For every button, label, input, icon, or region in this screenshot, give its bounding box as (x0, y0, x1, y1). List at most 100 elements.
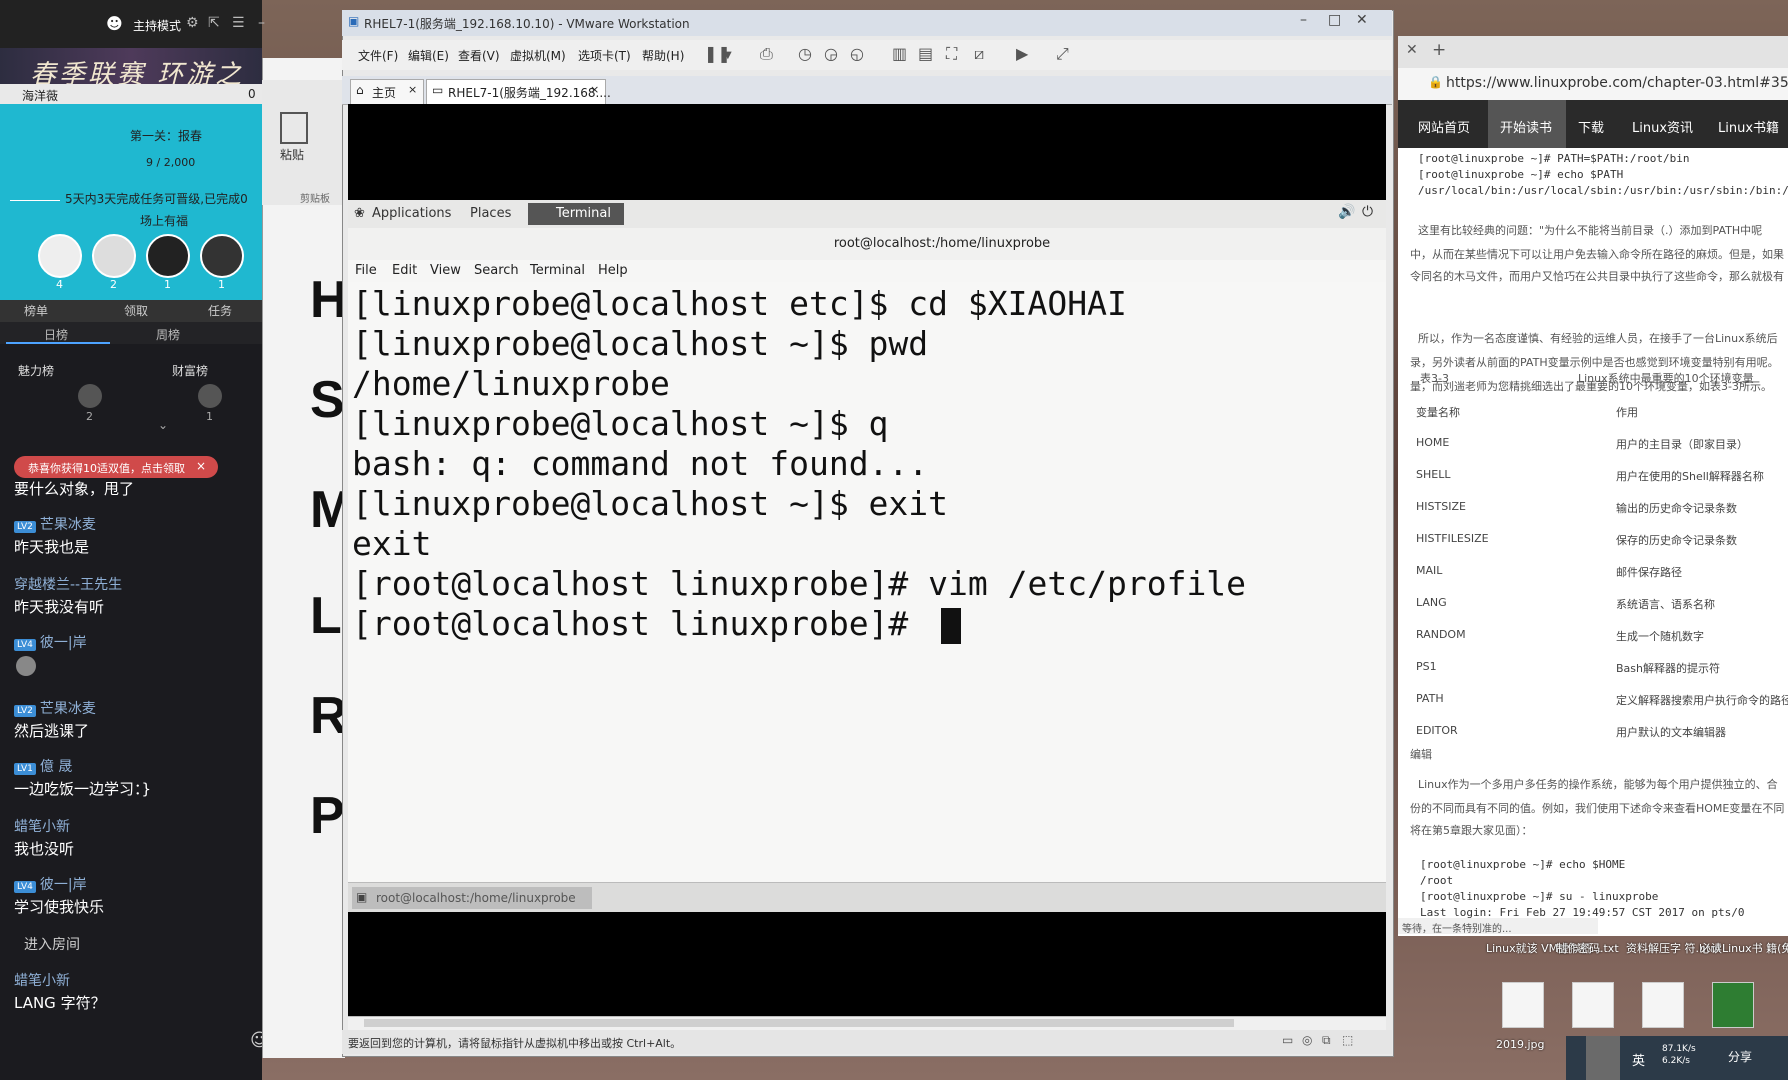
applications-menu[interactable]: Applications (372, 206, 451, 221)
menu-vm[interactable]: 虚拟机(M) (510, 47, 566, 64)
stretch-icon[interactable]: ⤢ (1056, 44, 1069, 64)
article-text: 中，从而在某些情况下可以让用户免去输入命令所在路径的麻烦。但是，如果 (1410, 248, 1784, 261)
wealth-rank-label: 财富榜 (172, 364, 209, 378)
chat-user[interactable]: LV2 芒果冰麦 (14, 514, 96, 534)
snapshot-manager-icon[interactable]: ◵ (850, 44, 864, 63)
scrollbar-thumb[interactable] (364, 1019, 1234, 1027)
thumbnail-icon[interactable]: ▤ (918, 44, 933, 63)
revert-snapshot-icon[interactable]: ◶ (824, 44, 838, 63)
env-var-name: RANDOM (1416, 628, 1466, 641)
close-icon[interactable]: × (196, 459, 206, 473)
chat-user[interactable]: LV4 彼一|岸 (14, 874, 87, 894)
minimize-icon[interactable]: – (1300, 12, 1307, 28)
env-var-name: MAIL (1416, 564, 1443, 577)
chat-message: LANG 字符？ (14, 994, 106, 1012)
chat-message: 我也没听 (14, 840, 75, 858)
menu-view[interactable]: 查看(V) (458, 47, 500, 64)
menu-file[interactable]: 文件(F) (358, 47, 398, 64)
gnome-foot-icon: ❀ (354, 206, 365, 221)
network-icon[interactable]: ⧉ (1322, 1033, 1331, 1048)
terminal-menu-search[interactable]: Search (474, 263, 519, 278)
menu-tabs[interactable]: 选项卡(T) (578, 47, 631, 64)
chat-user[interactable]: 穿越楼兰--王先生 (14, 574, 122, 594)
terminal-menu-help[interactable]: Help (598, 263, 628, 278)
article-text: 所以，作为一名态度谨慎、有经验的运维人员，在接手了一台Linux系统后 (1418, 332, 1778, 345)
url-text[interactable]: https://www.linuxprobe.com/chapter-03.ht… (1446, 75, 1788, 91)
menu-help[interactable]: 帮助(H) (642, 47, 684, 64)
paste-label[interactable]: 粘贴 (280, 146, 304, 163)
chat-user[interactable]: 蜡笔小新 (14, 816, 70, 836)
sidebar-icon[interactable]: ▥ (892, 44, 907, 63)
document-icon[interactable] (1572, 982, 1614, 1028)
volume-icon[interactable]: 🔊 (1338, 204, 1355, 220)
share-label[interactable]: 分享 (1728, 1048, 1752, 1065)
nav-download[interactable]: 下载 (1578, 117, 1604, 136)
new-tab-icon[interactable]: + (1432, 40, 1446, 60)
chevron-down-icon[interactable]: ⌄ (158, 418, 168, 432)
terminal-menu-file[interactable]: File (355, 263, 377, 278)
nav-start-reading[interactable]: 开始读书 (1500, 117, 1552, 136)
unity-icon[interactable]: ⧄ (974, 44, 984, 64)
chat-user[interactable]: LV1 億 晟 (14, 756, 72, 776)
share-icon[interactable]: ⇱ (208, 15, 220, 31)
document-icon[interactable] (1642, 982, 1684, 1028)
terminal-menu-view[interactable]: View (430, 263, 461, 278)
desktop-icon-label[interactable]: 2019.jpg (1496, 1038, 1545, 1051)
env-var-desc: Bash解释器的提示符 (1616, 662, 1720, 675)
cd-icon[interactable]: ◎ (1302, 1033, 1312, 1047)
chat-message: 学习使我快乐 (14, 898, 105, 916)
active-tab-indicator (6, 342, 110, 344)
article-text: 份的不同而具有不同的值。例如，我们使用下述命令来查看HOME变量在不同 (1410, 802, 1785, 815)
snapshot-icon[interactable]: ◷ (798, 44, 812, 63)
terminal-line: bash: q: command not found... (352, 444, 929, 483)
rank-avatar[interactable] (78, 384, 102, 408)
close-icon[interactable]: × (590, 83, 599, 96)
maximize-icon[interactable]: □ (1328, 12, 1341, 28)
send-ctrl-alt-del-icon[interactable]: ⎙ (760, 44, 773, 64)
chat-user[interactable]: 蜡笔小新 (14, 970, 70, 990)
desktop-icon-label[interactable]: 制作密码.txt (1556, 940, 1619, 956)
excel-icon[interactable] (1712, 982, 1754, 1028)
menu-edit[interactable]: 编辑(E) (408, 47, 449, 64)
nav-linux-books[interactable]: Linux书籍 (1718, 117, 1779, 136)
desktop-icon-label[interactable]: 必读Linux书 籍(免费... (1700, 940, 1788, 956)
hdd-icon[interactable]: ▭ (1282, 1033, 1293, 1047)
rank-tabs (0, 322, 262, 344)
usb-icon[interactable]: ⬚ (1342, 1033, 1353, 1047)
tab-daily[interactable]: 日榜 (44, 326, 68, 343)
chat-user[interactable]: LV4 彼一|岸 (14, 632, 87, 652)
power-icon[interactable]: ⏻ (1362, 204, 1373, 220)
nav-linux-news[interactable]: Linux资讯 (1632, 117, 1693, 136)
close-icon[interactable]: × (408, 83, 417, 96)
close-icon[interactable]: ✕ (1356, 12, 1368, 28)
console-icon[interactable]: ▶ (1016, 44, 1028, 63)
tab-weekly[interactable]: 周榜 (156, 326, 180, 343)
tab-tasks[interactable]: 任务 (208, 302, 232, 319)
minimize-icon[interactable]: – (258, 15, 265, 31)
host-count: 0 (248, 87, 256, 101)
settings-icon[interactable]: ⚙ (186, 15, 199, 31)
nav-home[interactable]: 网站首页 (1418, 117, 1470, 136)
host-name: 海洋薇 (22, 89, 59, 103)
places-menu[interactable]: Places (470, 206, 511, 221)
clipboard-label: 剪贴板 (300, 194, 330, 205)
terminal-menu-terminal[interactable]: Terminal (530, 263, 585, 278)
paste-icon[interactable] (280, 112, 308, 144)
chat-user[interactable]: LV2 芒果冰麦 (14, 698, 96, 718)
ime-indicator[interactable]: 英 (1632, 1050, 1645, 1069)
edit-link[interactable]: 编辑 (1410, 746, 1432, 762)
tab-rankings[interactable]: 榜单 (24, 302, 48, 319)
fullscreen-icon[interactable]: ⛶ (946, 44, 957, 64)
env-var-desc: 保存的历史命令记录条数 (1616, 534, 1737, 547)
menu-icon[interactable]: ☰ (232, 15, 245, 31)
terminal-menu-edit[interactable]: Edit (392, 263, 417, 278)
charm-rank-label: 魅力榜 (18, 364, 55, 378)
image-file-icon[interactable] (1502, 982, 1544, 1028)
live-panel-header (0, 0, 262, 48)
code-line: /usr/local/bin:/usr/local/sbin:/usr/bin:… (1418, 184, 1788, 197)
tab-claim[interactable]: 领取 (124, 302, 148, 319)
close-icon[interactable]: ✕ (1406, 42, 1418, 58)
chevron-down-icon[interactable]: ▼ (724, 50, 732, 61)
seat-count: 4 (56, 278, 63, 291)
rank-avatar[interactable] (198, 384, 222, 408)
